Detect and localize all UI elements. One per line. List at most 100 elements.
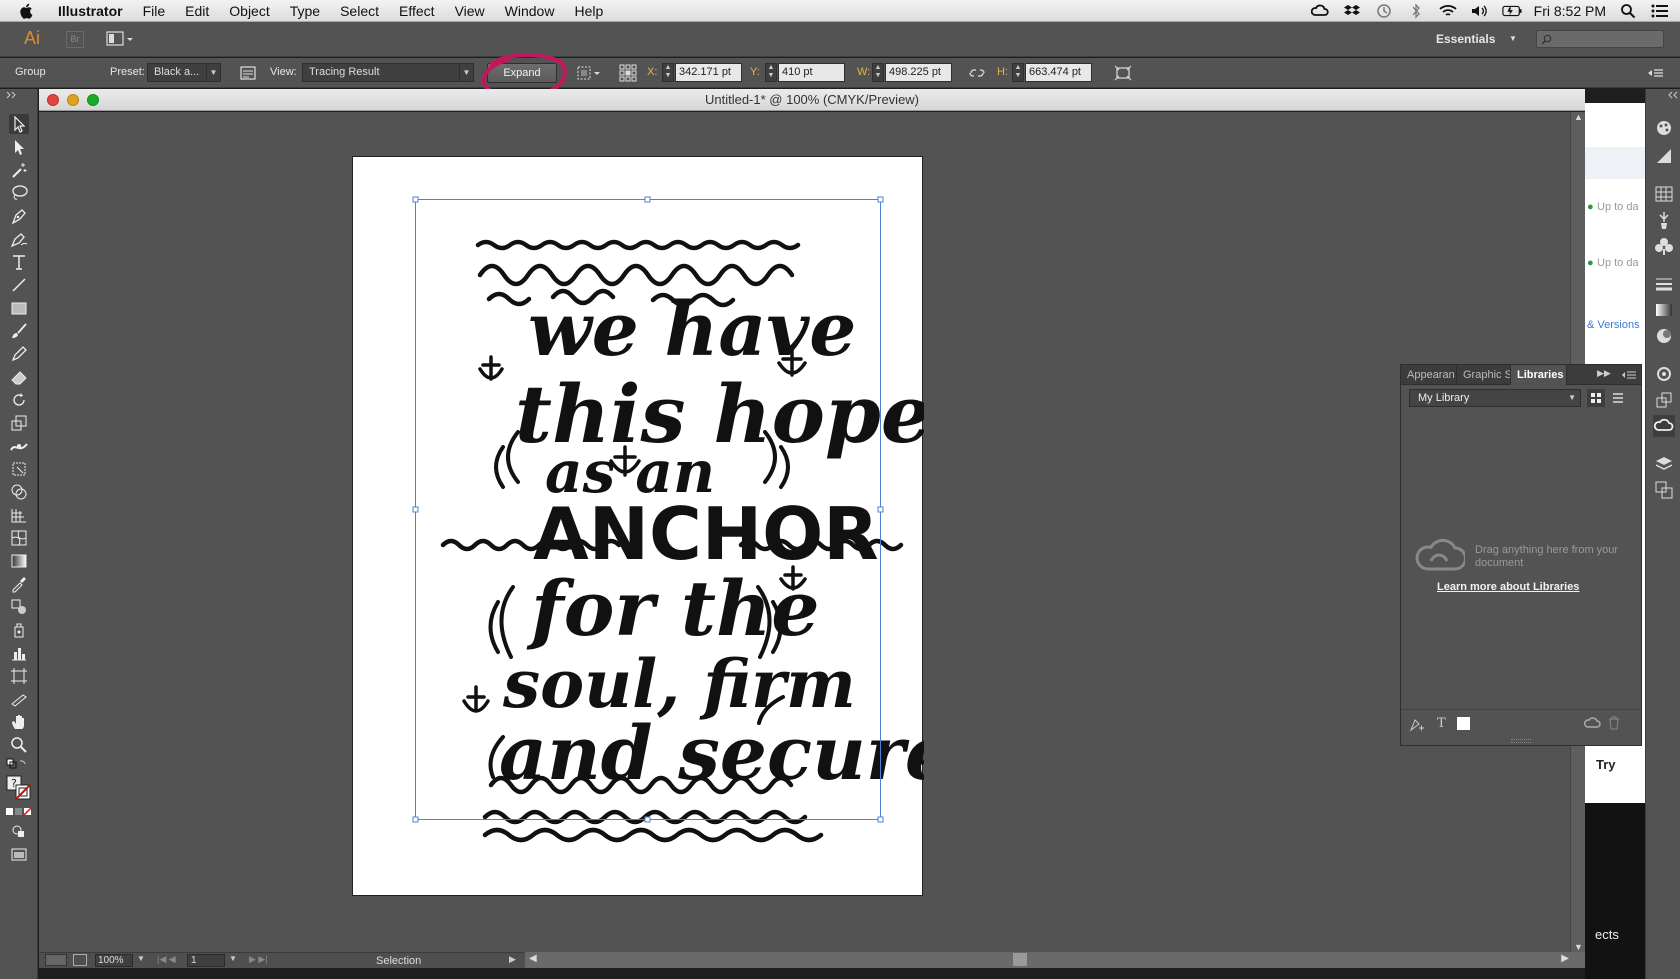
symbols-icon[interactable] [1653, 235, 1675, 257]
layers-icon[interactable] [1653, 453, 1675, 475]
workspace-chevron-icon[interactable]: ▼ [1509, 34, 1517, 43]
hand-tool-icon[interactable] [9, 712, 29, 732]
menu-app-name[interactable]: Illustrator [48, 0, 133, 22]
color-panel-icon[interactable] [1653, 117, 1675, 139]
scroll-right-arrow-icon[interactable]: ▶ [1561, 953, 1569, 964]
constrain-proportions-icon[interactable] [967, 64, 987, 82]
eraser-tool-icon[interactable] [9, 367, 29, 387]
slice-tool-icon[interactable] [9, 689, 29, 709]
volume-icon[interactable] [1470, 3, 1490, 19]
lasso-tool-icon[interactable] [9, 183, 29, 203]
menu-effect[interactable]: Effect [389, 0, 445, 22]
appearance-icon[interactable] [1653, 363, 1675, 385]
line-tool-icon[interactable] [9, 275, 29, 295]
menu-object[interactable]: Object [219, 0, 279, 22]
rotate-tool-icon[interactable] [9, 390, 29, 410]
menu-view[interactable]: View [445, 0, 495, 22]
document-title-bar[interactable]: Untitled-1* @ 100% (CMYK/Preview) [39, 89, 1585, 111]
panel-resize-grip[interactable] [1511, 739, 1531, 743]
workspace-switcher[interactable]: Essentials [1436, 32, 1495, 46]
screen-mode-icon[interactable] [9, 844, 29, 864]
scroll-left-arrow-icon[interactable]: ◀ [529, 953, 537, 964]
artboard-number-field[interactable]: 1 [187, 954, 225, 967]
draw-normal-icon[interactable] [9, 821, 29, 841]
list-view-icon[interactable] [1609, 389, 1627, 407]
gradient-panel-icon[interactable] [1653, 299, 1675, 321]
paintbrush-tool-icon[interactable] [9, 321, 29, 341]
y-stepper[interactable]: ▲ ▼ [765, 63, 777, 82]
add-character-style-icon[interactable]: T [1437, 716, 1446, 731]
trash-icon[interactable] [1607, 715, 1621, 731]
libraries-icon[interactable] [1653, 415, 1675, 437]
collapse-strip-icon[interactable] [1666, 91, 1678, 99]
reference-point-icon[interactable] [618, 64, 638, 82]
horizontal-scrollbar[interactable]: ◀ ▶ [525, 952, 1585, 968]
w-field[interactable]: 498.225 pt [885, 63, 952, 82]
menubar-clock[interactable]: Fri 8:52 PM [1534, 3, 1606, 19]
menu-edit[interactable]: Edit [175, 0, 219, 22]
direct-selection-tool-icon[interactable] [9, 137, 29, 157]
collapse-panel-icon[interactable] [5, 91, 19, 99]
gradient-tool-icon[interactable] [9, 551, 29, 571]
artboard-tool-icon[interactable] [9, 666, 29, 686]
rectangle-tool-icon[interactable] [9, 298, 29, 318]
dropbox-icon[interactable] [1342, 3, 1362, 19]
column-graph-tool-icon[interactable] [9, 643, 29, 663]
scale-tool-icon[interactable] [9, 413, 29, 433]
fill-stroke-swatch-icon[interactable]: ? [5, 774, 33, 802]
graphic-styles-icon[interactable] [1653, 389, 1675, 411]
help-search-input[interactable] [1536, 30, 1664, 48]
status-menu-arrow-icon[interactable]: ▶ [509, 954, 516, 965]
pencil-tool-icon[interactable] [9, 344, 29, 364]
preset-dropdown[interactable]: Black a... ▼ [147, 63, 221, 82]
zoom-tool-icon[interactable] [9, 735, 29, 755]
mesh-tool-icon[interactable] [9, 528, 29, 548]
symbol-sprayer-tool-icon[interactable] [9, 620, 29, 640]
h-stepper[interactable]: ▲ ▼ [1012, 63, 1024, 82]
tab-graphic-styles[interactable]: Graphic St [1457, 365, 1511, 385]
y-field[interactable]: 410 pt [778, 63, 845, 82]
curvature-tool-icon[interactable] [9, 229, 29, 249]
minimize-window-button[interactable] [67, 94, 79, 106]
tab-libraries[interactable]: Libraries [1511, 365, 1567, 385]
wifi-icon[interactable] [1438, 3, 1458, 19]
battery-icon[interactable] [1501, 3, 1522, 19]
transparency-grid-icon[interactable] [576, 64, 602, 82]
menu-select[interactable]: Select [330, 0, 389, 22]
artboards-panel-icon[interactable] [1653, 479, 1675, 501]
apple-icon[interactable] [18, 2, 36, 20]
next-artboard-icon[interactable]: ▶ ▶| [249, 954, 268, 965]
bluetooth-icon[interactable] [1406, 3, 1426, 19]
background-versions-link[interactable]: & Versions [1587, 319, 1640, 331]
sync-status-icon[interactable] [1583, 716, 1601, 730]
menu-window[interactable]: Window [495, 0, 565, 22]
scroll-up-arrow-icon[interactable]: ▲ [1574, 112, 1583, 122]
selection-bounding-box[interactable] [39, 112, 1570, 952]
panel-menu-icon[interactable] [1621, 370, 1637, 380]
color-mode-icons[interactable] [5, 802, 33, 822]
zoom-level-field[interactable]: 100% [95, 954, 133, 967]
first-artboard-icon[interactable]: |◀ ◀ [157, 954, 176, 965]
bridge-button[interactable]: Br [66, 31, 84, 48]
h-field[interactable]: 663.474 pt [1025, 63, 1092, 82]
width-tool-icon[interactable] [9, 436, 29, 456]
blend-tool-icon[interactable] [9, 597, 29, 617]
expand-panel-icon[interactable]: ▶▶ [1597, 368, 1611, 379]
library-selector[interactable]: My Library ▼ [1409, 389, 1581, 407]
add-graphic-icon[interactable] [1409, 716, 1425, 732]
notification-center-icon[interactable] [1650, 3, 1670, 19]
menu-file[interactable]: File [133, 0, 176, 22]
background-try-button[interactable]: Try [1596, 757, 1616, 772]
pen-tool-icon[interactable] [9, 206, 29, 226]
scroll-down-arrow-icon[interactable]: ▼ [1574, 942, 1583, 952]
tab-appearance[interactable]: Appearan [1401, 365, 1457, 385]
shape-builder-tool-icon[interactable] [9, 482, 29, 502]
menu-help[interactable]: Help [564, 0, 613, 22]
x-field[interactable]: 342.171 pt [675, 63, 742, 82]
transform-icon[interactable] [1113, 64, 1133, 82]
free-transform-tool-icon[interactable] [9, 459, 29, 479]
zoom-window-button[interactable] [87, 94, 99, 106]
image-trace-panel-icon[interactable] [238, 64, 258, 82]
add-fill-color-icon[interactable] [1457, 717, 1470, 730]
learn-more-libraries-link[interactable]: Learn more about Libraries [1437, 581, 1579, 593]
